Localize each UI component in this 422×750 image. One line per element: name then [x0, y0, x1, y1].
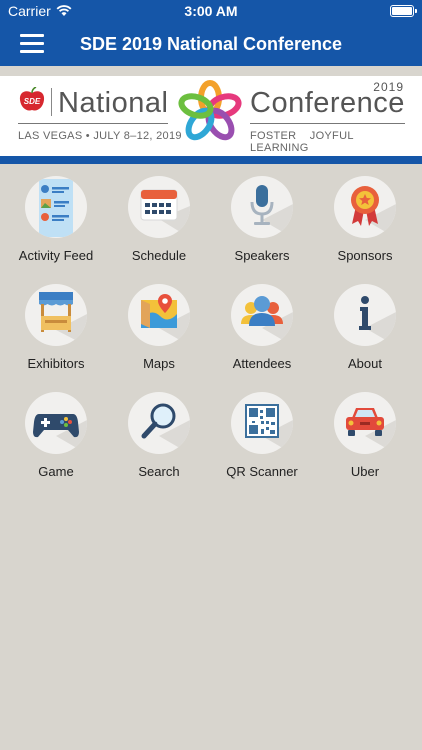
magnifier-icon: [128, 392, 190, 454]
banner-tagline: FOSTER JOYFUL LEARNING: [250, 130, 354, 154]
tile-label: Search: [138, 464, 180, 479]
logo-divider: [51, 88, 52, 116]
award-ribbon-icon: [334, 176, 396, 238]
banner-rule-right: [250, 123, 405, 124]
tile-label: Game: [38, 464, 74, 479]
navigation-bar: SDE 2019 National Conference: [0, 22, 422, 66]
page-title: SDE 2019 National Conference: [79, 34, 343, 54]
tile-label: Uber: [350, 464, 380, 479]
tile-label: Maps: [143, 356, 175, 371]
gamepad-icon: [25, 392, 87, 454]
banner-rule-left: [18, 123, 168, 124]
status-bar: Carrier 3:00 AM: [0, 0, 422, 22]
banner-word-national: National: [58, 87, 169, 119]
tile-label: Activity Feed: [18, 248, 94, 263]
tile-label: Sponsors: [337, 248, 393, 263]
banner-location: LAS VEGAS • JULY 8–12, 2019: [18, 130, 182, 142]
conference-banner: SDE National Conference 2019 LAS VEGAS •…: [0, 76, 422, 156]
battery-icon: [390, 5, 417, 17]
tile-label: About: [348, 356, 382, 371]
conference-knot-logo: [178, 80, 242, 141]
banner-accent-bar: [0, 156, 422, 164]
map-pin-icon: [128, 284, 190, 346]
tile-label: Attendees: [232, 356, 292, 371]
microphone-icon: [231, 176, 293, 238]
qr-code-icon: [231, 392, 293, 454]
banner-year: 2019: [373, 80, 404, 94]
info-icon: [334, 284, 396, 346]
calendar-icon: [128, 176, 190, 238]
tile-label: Speakers: [234, 248, 290, 263]
people-icon: [231, 284, 293, 346]
activity-feed-icon: [25, 176, 87, 238]
sde-brand-text: SDE: [24, 97, 41, 106]
clock: 3:00 AM: [184, 3, 238, 19]
car-icon: [334, 392, 396, 454]
tile-label: QR Scanner: [226, 464, 298, 479]
booth-icon: [25, 284, 87, 346]
tile-label: Exhibitors: [27, 356, 85, 371]
tile-label: Schedule: [131, 248, 187, 263]
sde-apple-logo: SDE: [19, 87, 45, 111]
